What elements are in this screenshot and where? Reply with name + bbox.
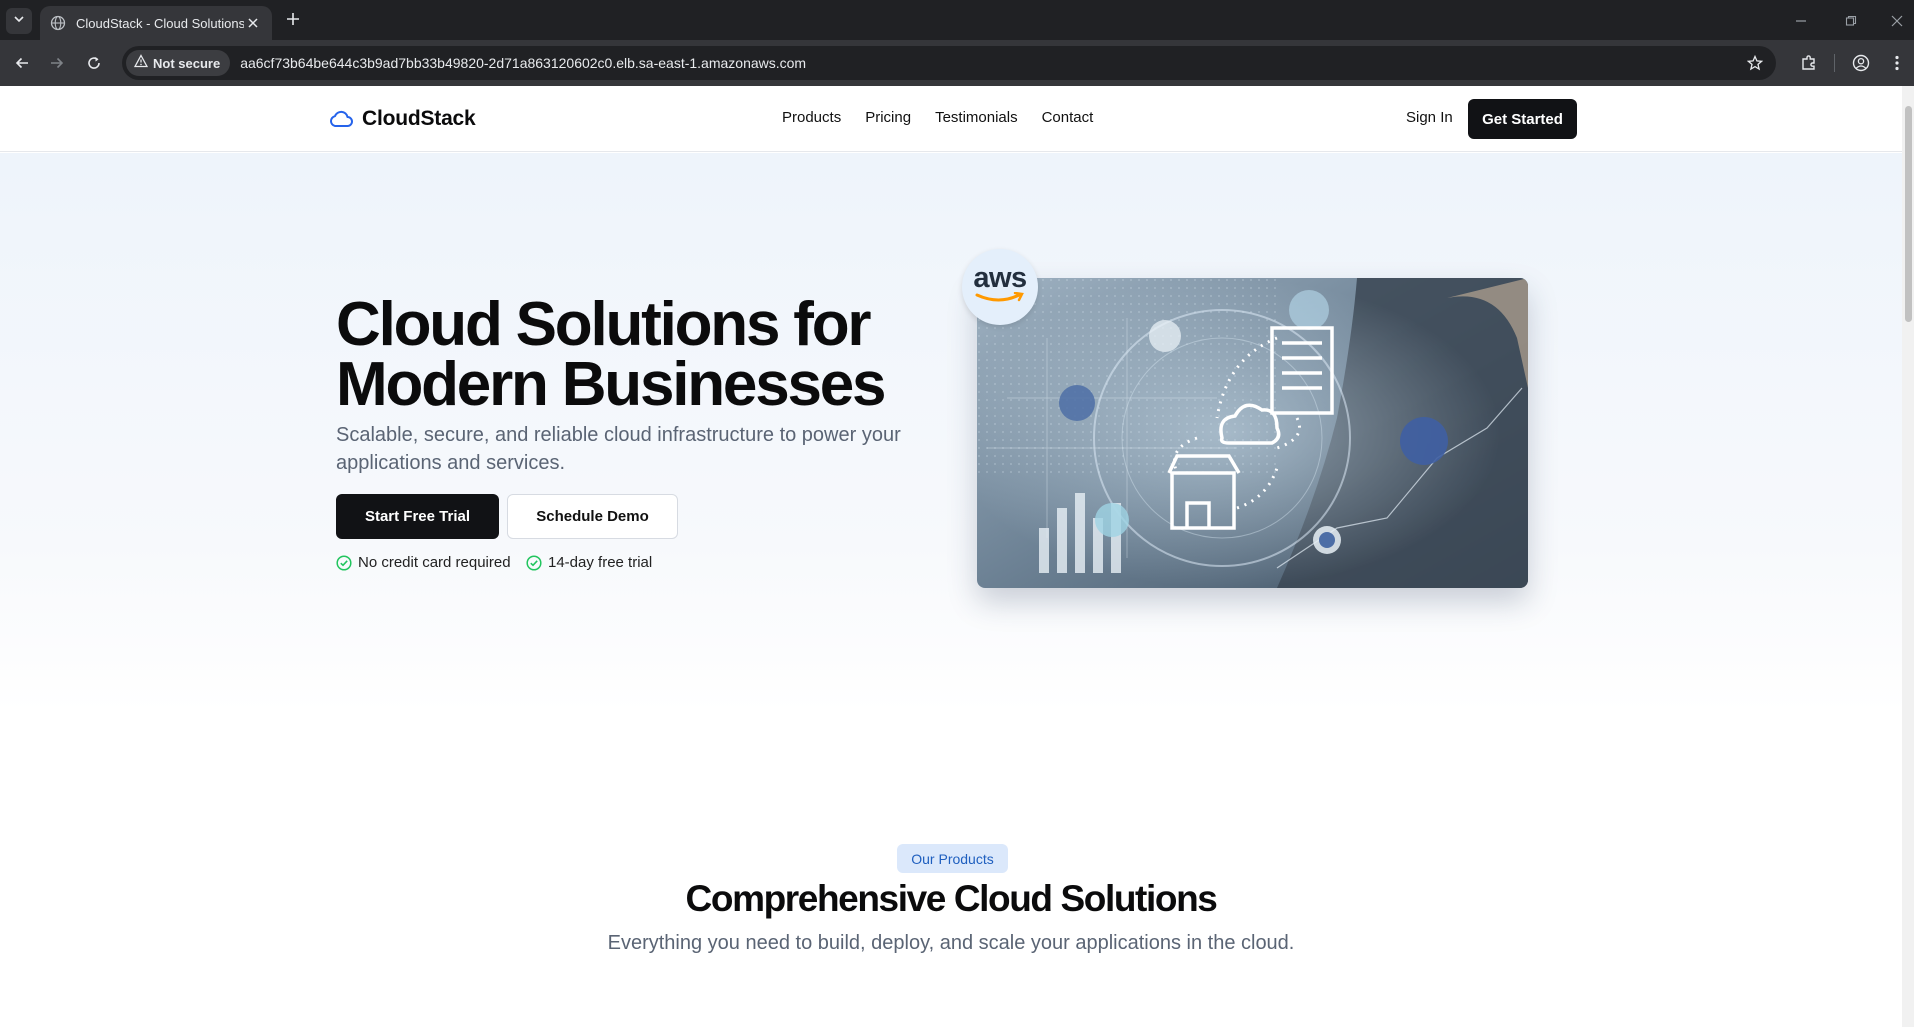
globe-icon: [50, 15, 66, 31]
chevron-down-icon: [13, 12, 25, 30]
perk-label: 14-day free trial: [548, 554, 653, 571]
restore-icon[interactable]: [1840, 10, 1862, 32]
reload-icon[interactable]: [82, 51, 106, 75]
aws-badge: aws: [962, 249, 1038, 325]
extensions-icon[interactable]: [1797, 51, 1821, 75]
products-section-badge: Our Products: [897, 844, 1008, 873]
plus-icon: [286, 12, 300, 31]
security-indicator[interactable]: Not secure: [126, 50, 231, 76]
perk-no-credit-card: No credit card required: [336, 554, 511, 571]
scrollbar-thumb[interactable]: [1905, 106, 1912, 322]
tab-title: CloudStack - Cloud Solutions fo: [76, 15, 244, 31]
nav-link-testimonials[interactable]: Testimonials: [935, 109, 1018, 126]
page-scrollbar[interactable]: [1902, 86, 1914, 1027]
perk-label: No credit card required: [358, 554, 511, 571]
nav-link-contact[interactable]: Contact: [1042, 109, 1094, 126]
browser-toolbar: Not secure aa6cf73b64be644c3b9ad7bb33b49…: [0, 40, 1914, 86]
schedule-demo-button[interactable]: Schedule Demo: [507, 494, 678, 539]
nav-link-pricing[interactable]: Pricing: [865, 109, 911, 126]
more-icon[interactable]: [1885, 51, 1909, 75]
sign-in-link[interactable]: Sign In: [1406, 109, 1453, 126]
cloud-icon: [328, 106, 354, 132]
close-icon[interactable]: [244, 14, 262, 32]
aws-smile-icon: [975, 291, 1025, 309]
minimize-icon[interactable]: [1790, 10, 1812, 32]
forward-icon[interactable]: [45, 51, 69, 75]
toolbar-separator: [1834, 54, 1835, 72]
browser-tab-active[interactable]: CloudStack - Cloud Solutions fo: [40, 6, 272, 40]
start-free-trial-button[interactable]: Start Free Trial: [336, 494, 499, 539]
perk-free-trial: 14-day free trial: [526, 554, 652, 571]
products-section-title: Comprehensive Cloud Solutions: [685, 878, 1218, 919]
site-header: CloudStack Products Pricing Testimonials…: [0, 86, 1902, 152]
hero-subtitle: Scalable, secure, and reliable cloud inf…: [336, 424, 901, 474]
hero-illustration: [977, 278, 1528, 588]
hero-section: Cloud Solutions for Modern Businesses Sc…: [0, 153, 1902, 713]
back-icon[interactable]: [10, 51, 34, 75]
brand-logo[interactable]: CloudStack: [328, 106, 476, 132]
hero-title: Cloud Solutions for Modern Businesses: [336, 290, 887, 419]
check-circle-icon: [526, 554, 542, 571]
check-circle-icon: [336, 554, 352, 571]
page-viewport: CloudStack Products Pricing Testimonials…: [0, 86, 1914, 1027]
new-tab-button[interactable]: [282, 10, 304, 32]
nav-link-products[interactable]: Products: [782, 109, 841, 126]
tab-list-button[interactable]: [6, 8, 32, 34]
get-started-button[interactable]: Get Started: [1468, 99, 1577, 139]
url-text: aa6cf73b64be644c3b9ad7bb33b49820-2d71a86…: [240, 55, 807, 71]
products-section-subtitle: Everything you need to build, deploy, an…: [607, 932, 1295, 954]
profile-icon[interactable]: [1849, 51, 1873, 75]
browser-tabstrip: CloudStack - Cloud Solutions fo: [0, 0, 1914, 40]
warning-icon: [133, 53, 149, 73]
main-nav: Products Pricing Testimonials Contact: [782, 109, 1093, 126]
brand-name: CloudStack: [362, 107, 476, 130]
security-label: Not secure: [153, 55, 221, 71]
close-window-icon[interactable]: [1886, 10, 1908, 32]
address-bar[interactable]: Not secure aa6cf73b64be644c3b9ad7bb33b49…: [122, 46, 1776, 80]
star-icon[interactable]: [1744, 52, 1766, 74]
aws-badge-text: aws: [973, 262, 1027, 294]
